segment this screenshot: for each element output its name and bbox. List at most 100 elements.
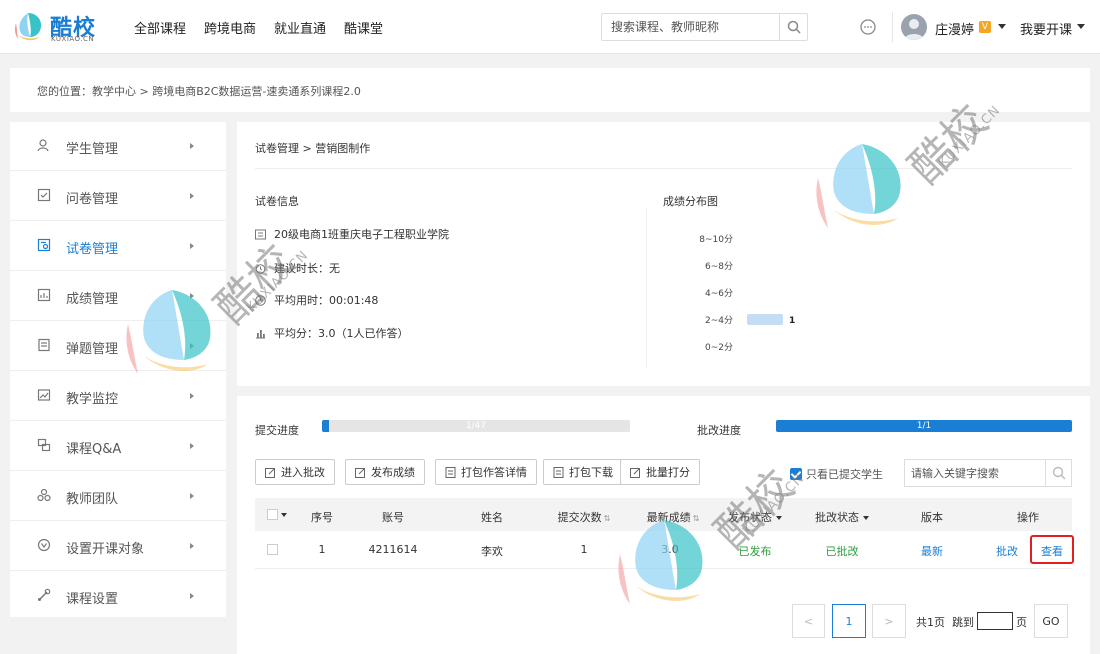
go-button[interactable]: GO <box>1034 604 1068 638</box>
col-submits[interactable]: 提交次数 ⇅ <box>558 509 611 525</box>
chevron-right-icon <box>190 243 194 249</box>
bar-chart-icon <box>256 329 265 338</box>
pack-download-label: 打包下载 <box>569 466 613 479</box>
sidebar-item-exams[interactable]: 试卷管理 <box>10 222 226 271</box>
sidebar-item-label: 学生管理 <box>66 142 119 157</box>
chart-data-label: 1 <box>789 316 795 326</box>
col-account: 账号 <box>382 511 404 524</box>
batch-score-label: 批量打分 <box>646 466 690 479</box>
nav-employment[interactable]: 就业直通 <box>274 18 326 37</box>
sidebar-item-label: 试卷管理 <box>66 242 119 257</box>
grade-progress-label: 批改进度 <box>697 424 741 437</box>
avg-time-row: 平均用时：00:01:48 <box>255 292 378 308</box>
prev-page-button[interactable]: < <box>792 604 825 638</box>
cell-score: 3.0 <box>661 543 679 556</box>
page-number-input[interactable] <box>977 612 1013 630</box>
enter-grading-button[interactable]: 进入批改 <box>255 459 335 485</box>
class-name-row: 20级电商1班重庆电子工程职业学院 <box>255 226 449 242</box>
col-grade-label: 批改状态 <box>815 511 859 524</box>
pack-answers-button[interactable]: 打包作答详情 <box>435 459 537 485</box>
grade-link[interactable]: 批改 <box>996 543 1018 559</box>
cell-publish-status: 已发布 <box>738 545 772 558</box>
chart-category-label: 4~6分 <box>705 288 733 299</box>
student-icon <box>37 139 49 152</box>
nav-kuketang[interactable]: 酷课堂 <box>344 18 383 37</box>
exam-info-title: 试卷信息 <box>255 195 299 208</box>
sidebar-item-target[interactable]: 设置开课对象 <box>10 522 226 571</box>
open-course-link[interactable]: 我要开课 <box>1020 19 1072 38</box>
nav-cross-border[interactable]: 跨境电商 <box>204 18 256 37</box>
sidebar-item-teachers[interactable]: 教师团队 <box>10 472 226 521</box>
only-submitted-checkbox[interactable] <box>790 468 802 480</box>
open-course-caret-icon[interactable] <box>1077 24 1085 29</box>
username[interactable]: 庄漫婷 <box>935 19 974 38</box>
next-page-button[interactable]: > <box>872 604 906 638</box>
chevron-right-icon <box>190 393 194 399</box>
kuxiao-logo[interactable]: 酷校 KUXIAO.CN <box>10 7 110 47</box>
chart-bar <box>747 314 783 325</box>
only-submitted-label: 只看已提交学生 <box>806 468 883 481</box>
qa-icon <box>37 438 51 452</box>
col-score[interactable]: 最新成绩 ⇅ <box>647 509 700 525</box>
chart-category-label: 8~10分 <box>699 234 733 245</box>
select-all-checkbox[interactable] <box>267 509 278 520</box>
logo-subtext: KUXIAO.CN <box>51 35 95 43</box>
grade-progress-bar: 1/1 <box>776 420 1072 432</box>
only-submitted-filter[interactable]: 只看已提交学生 <box>790 466 883 482</box>
cell-account: 4211614 <box>368 543 418 556</box>
current-page-button[interactable]: 1 <box>832 604 866 638</box>
sidebar-item-settings[interactable]: 课程设置 <box>10 572 226 621</box>
breadcrumb[interactable]: 您的位置：教学中心 > 跨境电商B2C数据运营-速卖通系列课程2.0 <box>37 83 361 99</box>
sidebar-item-label: 教学监控 <box>66 392 119 407</box>
keyword-search-button[interactable] <box>1045 460 1071 486</box>
row-checkbox[interactable] <box>267 544 278 555</box>
monitor-icon <box>37 389 51 401</box>
submission-panel: 提交进度 1/47 批改进度 1/1 进入批改 发布成绩 打包作答详情 打包下载… <box>237 396 1090 654</box>
user-avatar-icon <box>904 19 924 40</box>
document-icon <box>553 466 564 478</box>
sidebar: 学生管理 问卷管理 试卷管理 成绩管理 弹题管理 教学监控 课程Q&A 教师团队 <box>10 122 226 621</box>
batch-score-button[interactable]: 批量打分 <box>620 459 700 485</box>
document-icon <box>445 466 456 478</box>
publish-grades-button[interactable]: 发布成绩 <box>345 459 425 485</box>
pack-download-button[interactable]: 打包下载 <box>543 459 623 485</box>
course-search-input[interactable] <box>602 14 780 40</box>
filter-caret-icon <box>776 516 782 520</box>
user-menu-caret-icon[interactable] <box>998 24 1006 29</box>
sidebar-item-students[interactable]: 学生管理 <box>10 122 226 171</box>
view-button[interactable]: 查看 <box>1030 535 1074 564</box>
sidebar-item-label: 课程设置 <box>66 592 119 607</box>
nav-all-courses[interactable]: 全部课程 <box>134 18 186 37</box>
chart-category-label: 0~2分 <box>705 342 733 353</box>
score-distribution-chart: 8~10分 6~8分 4~6分 2~4分 1 0~2分 <box>699 234 795 353</box>
chevron-right-icon <box>190 543 194 549</box>
col-grade-status[interactable]: 批改状态 <box>815 509 869 525</box>
search-button[interactable] <box>779 14 807 40</box>
chevron-right-icon <box>190 343 194 349</box>
course-search <box>601 13 808 41</box>
sidebar-item-label: 成绩管理 <box>66 292 119 307</box>
sidebar-item-popup-quiz[interactable]: 弹题管理 <box>10 322 226 371</box>
user-avatar[interactable] <box>901 14 927 40</box>
breadcrumb-bar: 您的位置：教学中心 > 跨境电商B2C数据运营-速卖通系列课程2.0 <box>10 68 1090 112</box>
keyword-search <box>904 459 1072 487</box>
keyword-search-input[interactable] <box>905 460 1045 486</box>
team-icon <box>37 488 51 502</box>
class-icon <box>255 229 266 239</box>
edit-icon <box>630 467 640 478</box>
sidebar-item-label: 设置开课对象 <box>66 542 145 557</box>
class-name: 20级电商1班重庆电子工程职业学院 <box>274 228 449 241</box>
select-menu-caret-icon[interactable] <box>281 513 287 517</box>
panel-divider <box>255 168 1072 169</box>
sidebar-item-monitoring[interactable]: 教学监控 <box>10 372 226 421</box>
sidebar-item-surveys[interactable]: 问卷管理 <box>10 172 226 221</box>
submit-progress-bar: 1/47 <box>322 420 630 432</box>
cell-version[interactable]: 最新 <box>921 543 943 559</box>
enter-grading-label: 进入批改 <box>281 466 325 479</box>
sort-icon: ⇅ <box>692 514 700 523</box>
sidebar-item-grades[interactable]: 成绩管理 <box>10 272 226 321</box>
sidebar-item-qa[interactable]: 课程Q&A <box>10 422 226 471</box>
chevron-right-icon <box>190 593 194 599</box>
message-icon[interactable] <box>859 18 877 36</box>
col-publish-status[interactable]: 发布状态 <box>728 509 782 525</box>
